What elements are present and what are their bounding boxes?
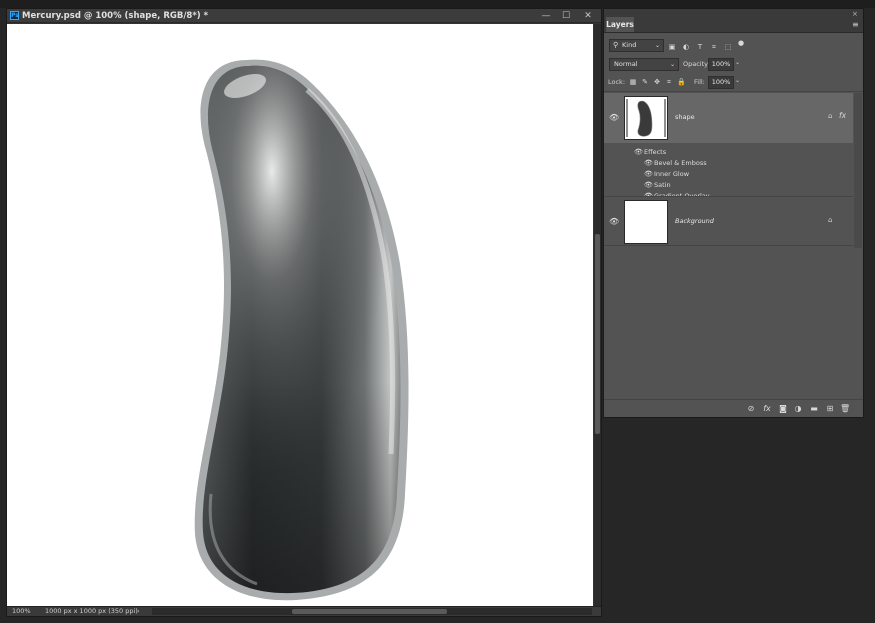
opacity-label: Opacity: [683,60,710,68]
layer-row-shape[interactable]: 👁 shape ⌂ fx [604,93,853,143]
zoom-level[interactable]: 100% [12,607,31,616]
effects-header[interactable]: 👁 Effects [604,147,853,158]
layer-thumbnail [624,200,668,244]
chevron-down-icon: ⌄ [655,42,661,49]
blend-row: Normal ⌄ Opacity: 100% ⌄ [604,56,863,74]
horizontal-scrollbar[interactable] [152,608,592,615]
visibility-eye-icon[interactable]: 👁 [644,160,653,167]
shape-filter-icon[interactable]: ⌗ [710,43,718,51]
layer-thumbnail [624,96,668,140]
search-icon: ⚲ [613,41,619,49]
close-document-button[interactable]: ✕ [579,9,597,23]
panel-footer: ⊘ fx ◙ ◑ ▬ ⊞ 🗑 [604,399,863,417]
document-size-info: 1000 px x 1000 px (350 ppi) [45,607,138,615]
new-adjustment-layer-icon[interactable]: ◑ [793,404,803,414]
new-layer-icon[interactable]: ⊞ [825,404,835,414]
vertical-scrollbar[interactable] [594,24,601,606]
panel-close-icon[interactable]: × [852,10,858,18]
horizontal-scroll-thumb[interactable] [292,609,447,614]
lock-transparent-pixels-icon[interactable]: ▦ [629,78,637,86]
layers-panel: Layers × ≡ ⚲ Kind ⌄ ▣ ◐ T ⌗ ⬚ ● Normal ⌄… [603,8,864,418]
blend-mode-select[interactable]: Normal ⌄ [609,58,679,71]
canvas[interactable] [7,24,593,606]
chevron-down-icon: ⌄ [669,61,675,68]
lock-image-pixels-icon[interactable]: ✎ [641,78,649,86]
lock-artboard-icon[interactable]: ⌗ [665,78,673,86]
layer-name[interactable]: shape [675,113,695,121]
effect-row[interactable]: 👁 Satin [604,180,853,191]
layers-list: 👁 shape ⌂ fx 👁 Effects 👁 Bevel & Emboss … [604,93,863,393]
maximize-button[interactable]: ☐ [557,9,575,23]
image-filter-icon[interactable]: ▣ [668,43,676,51]
tab-layers[interactable]: Layers [606,17,634,32]
app-top-strip [0,0,875,8]
layer-name[interactable]: Background [675,217,714,225]
add-layer-style-icon[interactable]: fx [762,404,772,414]
effect-label: Satin [654,181,671,189]
lock-label: Lock: [608,78,626,86]
layer-row-background[interactable]: 👁 Background ⌂ [604,196,853,246]
adjustment-filter-icon[interactable]: ◐ [682,43,690,51]
shape-thumbnail-icon [625,97,667,139]
minimize-button[interactable]: — [537,9,555,23]
layer-effects-fx-icon[interactable]: fx [839,111,846,120]
opacity-input[interactable]: 100% [708,58,734,71]
status-menu-arrow-icon[interactable]: › [137,607,140,616]
status-bar: 100% 1000 px x 1000 px (350 ppi) › [7,606,601,616]
photoshop-app: Ps Mercury.psd @ 100% (shape, RGB/8*) * … [0,0,875,623]
visibility-eye-icon[interactable]: 👁 [644,171,653,178]
smart-object-filter-icon[interactable]: ⬚ [724,43,732,51]
mercury-shape-artwork [194,59,409,601]
lock-icon: ⌂ [828,112,833,120]
new-group-icon[interactable]: ▬ [809,404,819,414]
photoshop-icon: Ps [10,11,19,20]
link-layers-icon[interactable]: ⊘ [746,404,756,414]
filter-kind-select[interactable]: ⚲ Kind ⌄ [609,39,664,52]
effect-label: Bevel & Emboss [654,159,707,167]
panel-header: Layers × ≡ [604,9,863,33]
document-title: Mercury.psd @ 100% (shape, RGB/8*) * [22,11,209,21]
fill-label: Fill: [694,78,705,86]
effects-label: Effects [644,148,667,156]
lock-all-icon[interactable]: 🔒 [677,78,686,86]
document-tab[interactable]: Ps Mercury.psd @ 100% (shape, RGB/8*) * … [7,9,601,23]
lock-position-icon[interactable]: ✥ [653,78,661,86]
visibility-eye-icon[interactable]: 👁 [609,114,619,122]
visibility-eye-icon[interactable]: 👁 [644,182,653,189]
empty-workspace-area [603,419,875,623]
panel-menu-icon[interactable]: ≡ [852,20,859,29]
type-filter-icon[interactable]: T [696,43,704,51]
layer-filter-row: ⚲ Kind ⌄ ▣ ◐ T ⌗ ⬚ ● [604,34,863,56]
opacity-dropdown-icon[interactable]: ⌄ [735,59,740,66]
filter-toggle-icon[interactable]: ● [737,39,745,47]
effect-row[interactable]: 👁 Inner Glow [604,169,853,180]
blend-mode-value: Normal [614,60,638,68]
layers-list-scrollbar[interactable] [854,93,862,248]
vertical-scroll-thumb[interactable] [595,234,600,434]
filter-kind-label: Kind [622,41,637,49]
delete-layer-icon[interactable]: 🗑 [840,404,850,414]
fill-dropdown-icon[interactable]: ⌄ [735,77,740,84]
visibility-eye-icon[interactable]: 👁 [634,149,643,156]
add-mask-icon[interactable]: ◙ [778,404,788,414]
lock-row: Lock: ▦ ✎ ✥ ⌗ 🔒 Fill: 100% ⌄ [604,74,863,92]
visibility-eye-icon[interactable]: 👁 [609,218,619,226]
effect-row[interactable]: 👁 Bevel & Emboss [604,158,853,169]
fill-input[interactable]: 100% [708,76,734,89]
effect-label: Inner Glow [654,170,690,178]
document-window: Ps Mercury.psd @ 100% (shape, RGB/8*) * … [6,8,602,617]
lock-icon[interactable]: ⌂ [828,216,832,224]
